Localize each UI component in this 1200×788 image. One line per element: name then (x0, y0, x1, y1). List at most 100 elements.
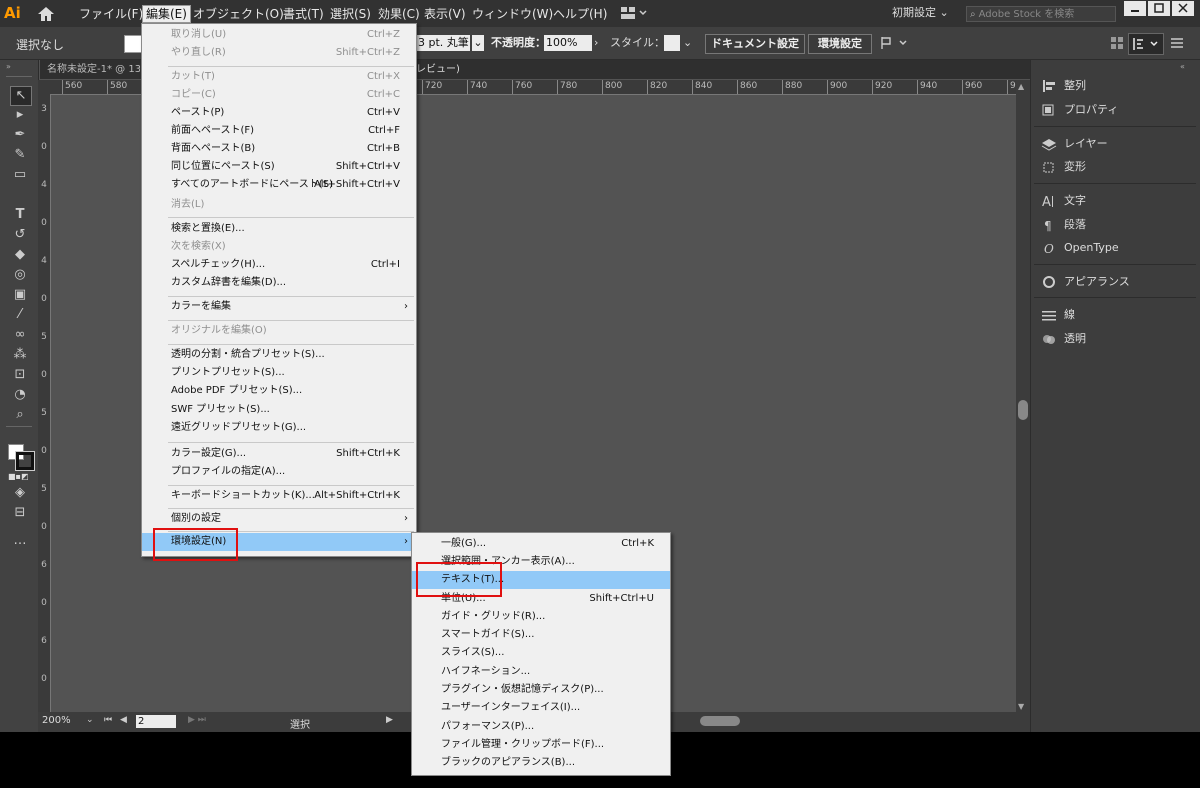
preferences-menu-item[interactable]: ファイル管理・クリップボード(F)... (412, 736, 670, 754)
edit-menu-item[interactable]: カスタム辞書を編集(D)... (142, 274, 416, 292)
preferences-menu-item[interactable]: プラグイン・仮想記憶ディスク(P)... (412, 681, 670, 699)
edit-menu-item[interactable]: 同じ位置にペースト(S) Shift+Ctrl+V (142, 158, 416, 176)
menu-6[interactable]: 表示(V) (421, 6, 469, 22)
edit-menu-item[interactable]: プリントプリセット(S)... (142, 364, 416, 382)
pen-tool-icon[interactable]: ✒ (10, 126, 30, 144)
rotate-tool-icon[interactable]: ↺ (10, 226, 30, 244)
blend-tool-icon[interactable]: ∞ (10, 326, 30, 344)
preferences-menu-item[interactable]: ハイフネーション... (412, 663, 670, 681)
home-icon[interactable] (36, 5, 56, 22)
arrange-documents-icon[interactable] (620, 6, 648, 20)
edit-menu-item[interactable]: キーボードショートカット(K)... Alt+Shift+Ctrl+K (142, 487, 416, 505)
menu-5[interactable]: 効果(C) (375, 6, 423, 22)
panel-item-transform[interactable]: 変形 (1040, 158, 1086, 176)
zoom-level[interactable]: 200% (42, 715, 71, 726)
screen-mode-icon[interactable]: ⊟ (10, 504, 30, 522)
rectangle-tool-icon[interactable]: ▭ (10, 166, 30, 184)
vertical-scroll-thumb[interactable] (1018, 400, 1028, 420)
panel-toggle-icon[interactable] (1110, 36, 1124, 50)
stroke-color-icon[interactable] (16, 452, 34, 470)
edit-menu-item[interactable]: SWF プリセット(S)... (142, 401, 416, 419)
pie-graph-tool-icon[interactable]: ◔ (10, 386, 30, 404)
menu-7[interactable]: ウィンドウ(W) (469, 6, 556, 22)
chevron-down-icon[interactable]: ⌄ (86, 715, 94, 725)
gradient-tool-icon[interactable]: ▣ (10, 286, 30, 304)
preferences-menu-item[interactable]: ユーザーインターフェイス(I)... (412, 699, 670, 717)
preferences-menu-item[interactable]: ブラックのアピアランス(B)... (412, 754, 670, 772)
edit-menu-item[interactable]: 遠近グリッドプリセット(G)... (142, 419, 416, 437)
eraser-tool-icon[interactable]: ◆ (10, 246, 30, 264)
minimize-button[interactable] (1124, 1, 1146, 16)
vertical-scrollbar[interactable] (1016, 80, 1030, 712)
panel-item-stroke[interactable]: 線 (1040, 306, 1075, 324)
menu-4[interactable]: 選択(S) (327, 6, 374, 22)
direct-selection-tool-icon[interactable]: ▸ (10, 106, 30, 124)
eyedropper-tool-icon[interactable]: ⁄ (10, 306, 30, 324)
menu-8[interactable]: ヘルプ(H) (550, 6, 610, 22)
next-artboard-icon[interactable]: ▶ ⏭ (188, 715, 206, 725)
more-tools-icon[interactable]: … (10, 532, 30, 550)
panel-item-align[interactable]: 整列 (1040, 77, 1086, 95)
edit-menu-item[interactable]: Adobe PDF プリセット(S)... (142, 382, 416, 400)
preferences-menu-item[interactable]: パフォーマンス(P)... (412, 718, 670, 736)
curvature-tool-icon[interactable]: ✎ (10, 146, 30, 164)
menu-3[interactable]: 書式(T) (280, 6, 327, 22)
workspace-switcher[interactable]: 初期設定 ⌄ (892, 4, 949, 22)
panel-item-appearance[interactable]: アピアランス (1040, 273, 1130, 291)
edit-menu-item[interactable]: カラー設定(G)... Shift+Ctrl+K (142, 445, 416, 463)
edit-menu-item[interactable]: すべてのアートボードにペースト(S) Alt+Shift+Ctrl+V (142, 176, 416, 194)
first-artboard-icon[interactable]: ⏮ (104, 715, 112, 725)
chevron-down-icon[interactable]: ⌄ (472, 35, 484, 51)
shape-builder-tool-icon[interactable]: ◎ (10, 266, 30, 284)
edit-menu-item[interactable]: プロファイルの指定(A)... (142, 463, 416, 481)
previous-artboard-icon[interactable]: ◀ (120, 715, 127, 725)
status-menu-icon[interactable]: ▶ (386, 715, 393, 725)
symbol-sprayer-tool-icon[interactable]: ⁂ (10, 346, 30, 364)
draw-mode-icon[interactable]: ◈ (10, 484, 30, 502)
opacity-input[interactable]: 100% (544, 35, 592, 51)
panel-item-layers[interactable]: レイヤー (1040, 135, 1108, 153)
scroll-down-icon[interactable]: ▼ (1018, 702, 1024, 711)
panel-item-opentype[interactable]: O OpenType (1040, 239, 1119, 257)
panel-item-paragraph[interactable]: ¶ 段落 (1040, 216, 1086, 234)
panel-item-character[interactable]: A 文字 (1040, 192, 1086, 210)
edit-menu-item[interactable]: 前面へペースト(F) Ctrl+F (142, 122, 416, 140)
menu-0[interactable]: ファイル(F) (76, 6, 146, 22)
ruler-origin[interactable] (38, 80, 50, 94)
fill-swatch[interactable] (124, 35, 142, 53)
close-window-button[interactable] (1172, 1, 1194, 16)
edit-menu-item[interactable]: ペースト(P) Ctrl+V (142, 104, 416, 122)
type-tool-icon[interactable]: T (10, 206, 30, 224)
properties-toggle[interactable] (1128, 33, 1164, 55)
preferences-menu-item[interactable]: スライス(S)... (412, 644, 670, 662)
style-swatch[interactable] (664, 35, 680, 51)
preferences-menu-item[interactable]: スマートガイド(S)... (412, 626, 670, 644)
edit-menu-item[interactable]: 検索と置換(E)... (142, 220, 416, 238)
arrange-icon[interactable] (880, 36, 910, 50)
edit-menu-item[interactable]: 透明の分割・統合プリセット(S)... (142, 346, 416, 364)
artboard-number-input[interactable]: 2 (136, 715, 176, 728)
menu-2[interactable]: オブジェクト(O) (190, 6, 287, 22)
document-tab[interactable]: 名称未設定-1* @ 137 (40, 60, 140, 79)
preferences-menu-item[interactable]: ガイド・グリッド(R)... (412, 608, 670, 626)
preferences-button[interactable]: 環境設定 (808, 34, 872, 54)
maximize-button[interactable] (1148, 1, 1170, 16)
zoom-tool-icon[interactable]: ⌕ (10, 406, 30, 424)
panel-menu-icon[interactable] (1170, 36, 1184, 50)
edit-menu-item[interactable]: スペルチェック(H)... Ctrl+I (142, 256, 416, 274)
collapse-icon[interactable]: « (1180, 62, 1185, 71)
preferences-menu-item[interactable]: 一般(G)... Ctrl+K (412, 535, 670, 553)
panel-item-transparency[interactable]: 透明 (1040, 330, 1086, 348)
collapse-icon[interactable]: » (6, 62, 11, 71)
panel-item-properties[interactable]: プロパティ (1040, 101, 1118, 119)
artboard-tool-icon[interactable]: ⊡ (10, 366, 30, 384)
adobe-stock-search[interactable]: ⌕ Adobe Stock を検索 (966, 6, 1116, 22)
selection-tool-icon[interactable]: ↖ (10, 86, 32, 106)
brush-definition[interactable]: 3 pt. 丸筆 (415, 35, 470, 51)
chevron-down-icon[interactable]: ⌄ (683, 35, 695, 51)
edit-menu-item[interactable]: カラーを編集 › (142, 298, 416, 316)
document-settings-button[interactable]: ドキュメント設定 (705, 34, 805, 54)
scroll-up-icon[interactable]: ▲ (1018, 82, 1024, 91)
chevron-right-icon[interactable]: › (594, 35, 604, 51)
color-mode-icons[interactable]: ■▪◩ (8, 472, 29, 481)
